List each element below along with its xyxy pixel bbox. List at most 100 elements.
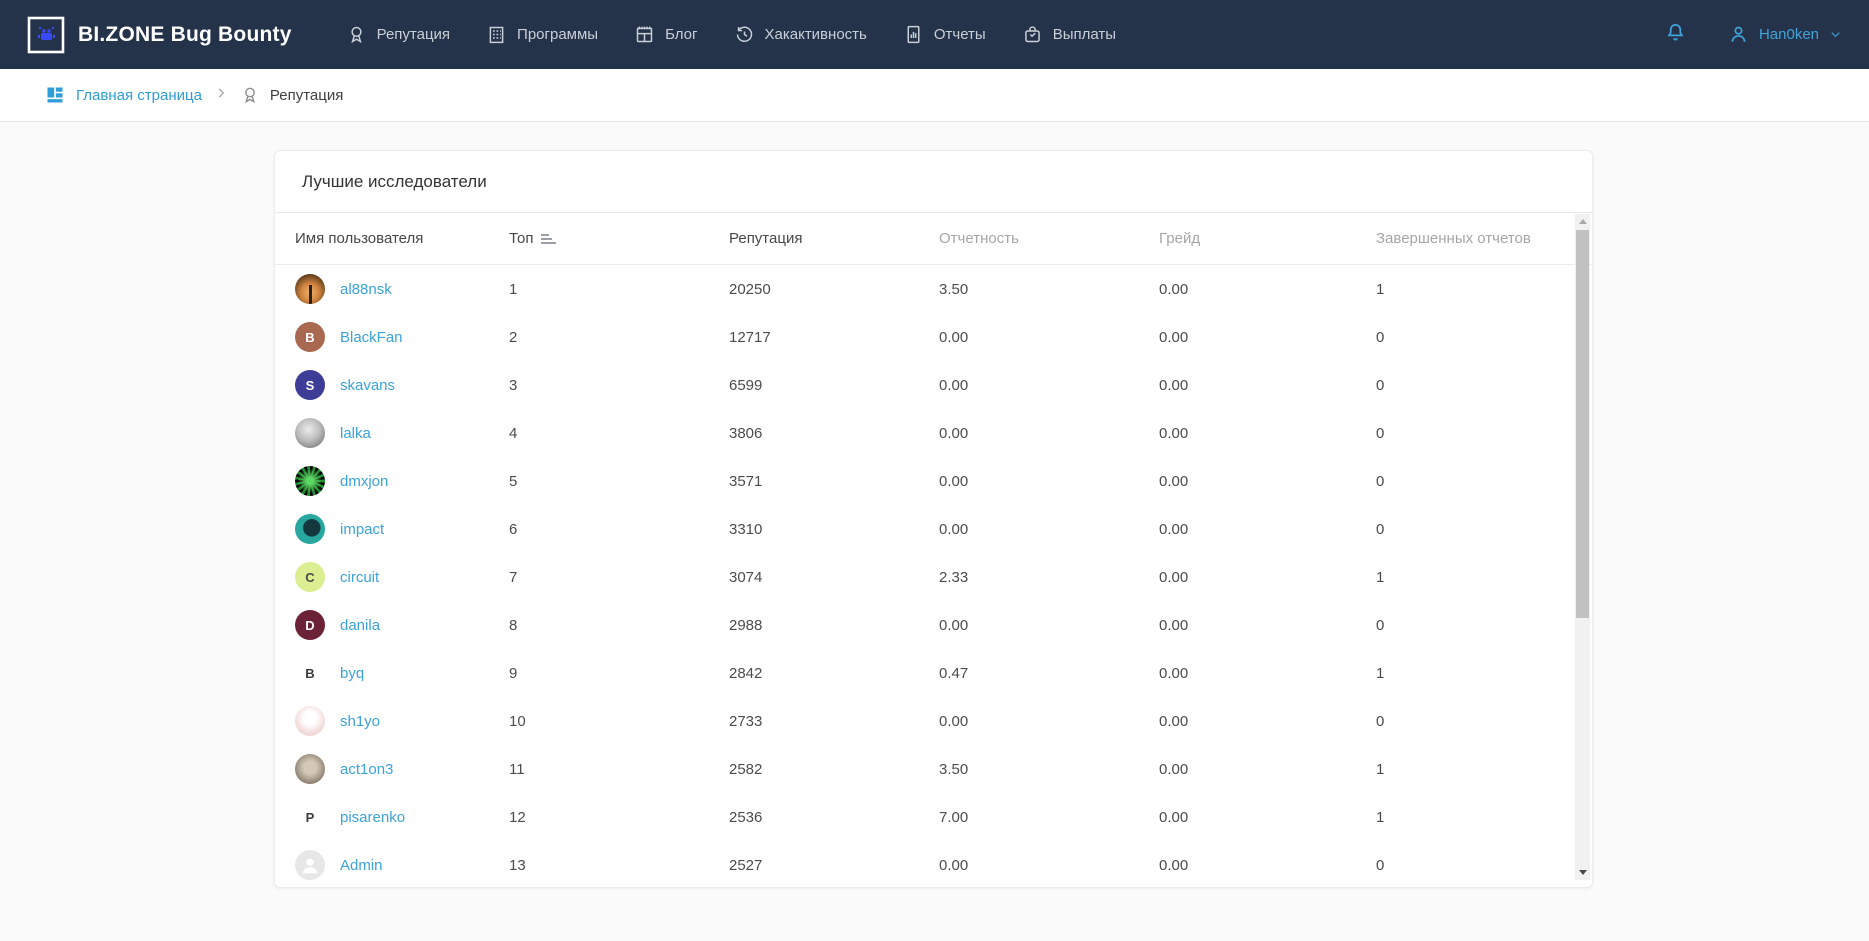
user-link[interactable]: sh1yo xyxy=(340,713,380,730)
nav-item-reputation[interactable]: Репутация xyxy=(328,0,468,69)
reports-icon xyxy=(903,24,924,45)
table-row: D danila 8 2988 0.00 0.00 0 xyxy=(275,601,1592,649)
grade-cell: 0.00 xyxy=(1159,569,1376,586)
user-link[interactable]: circuit xyxy=(340,569,379,586)
rank-cell: 8 xyxy=(509,617,729,634)
grade-cell: 0.00 xyxy=(1159,425,1376,442)
breadcrumb: Главная страница Репутация xyxy=(0,69,1869,122)
breadcrumb-home-label: Главная страница xyxy=(76,87,202,104)
rank-cell: 4 xyxy=(509,425,729,442)
user-cell: C circuit xyxy=(295,562,509,592)
user-link[interactable]: BlackFan xyxy=(340,329,403,346)
grade-cell: 0.00 xyxy=(1159,521,1376,538)
reputation-cell: 2842 xyxy=(729,665,939,682)
user-cell: al88nsk xyxy=(295,274,509,304)
default-avatar-person-icon xyxy=(299,854,321,876)
breadcrumb-current: Репутация xyxy=(240,85,343,105)
table-row: B BlackFan 2 12717 0.00 0.00 0 xyxy=(275,313,1592,361)
avatar: C xyxy=(295,562,325,592)
nav-item-programs[interactable]: Программы xyxy=(468,0,616,69)
header-completed-reports[interactable]: Завершенных отчетов xyxy=(1376,230,1574,247)
reputation-cell: 20250 xyxy=(729,281,939,298)
table-row: sh1yo 10 2733 0.00 0.00 0 xyxy=(275,697,1592,745)
user-menu[interactable]: Han0ken xyxy=(1727,23,1843,46)
user-cell: lalka xyxy=(295,418,509,448)
completed-cell: 1 xyxy=(1376,809,1574,826)
user-link[interactable]: skavans xyxy=(340,377,395,394)
grade-cell: 0.00 xyxy=(1159,857,1376,874)
reporting-cell: 7.00 xyxy=(939,809,1159,826)
user-link[interactable]: impact xyxy=(340,521,384,538)
rank-cell: 7 xyxy=(509,569,729,586)
chevron-right-icon xyxy=(214,86,228,100)
grade-cell: 0.00 xyxy=(1159,761,1376,778)
user-link[interactable]: act1on3 xyxy=(340,761,393,778)
table-row: P pisarenko 12 2536 7.00 0.00 1 xyxy=(275,793,1592,841)
header-reputation[interactable]: Репутация xyxy=(729,230,939,247)
nav-item-payouts[interactable]: Выплаты xyxy=(1004,0,1134,69)
user-cell: P pisarenko xyxy=(295,802,509,832)
scrollbar-thumb[interactable] xyxy=(1576,230,1589,618)
avatar xyxy=(295,466,325,496)
user-icon xyxy=(1727,23,1750,46)
rank-cell: 12 xyxy=(509,809,729,826)
medal-icon xyxy=(346,24,367,45)
reputation-cell: 3074 xyxy=(729,569,939,586)
table-scrollbar[interactable] xyxy=(1575,214,1590,880)
navbar-right: Han0ken xyxy=(1664,21,1843,49)
nav-item-label: Отчеты xyxy=(934,26,986,43)
reporting-cell: 0.00 xyxy=(939,857,1159,874)
table-row: act1on3 11 2582 3.50 0.00 1 xyxy=(275,745,1592,793)
user-link[interactable]: Admin xyxy=(340,857,383,874)
table-row: S skavans 3 6599 0.00 0.00 0 xyxy=(275,361,1592,409)
nav-item-reports[interactable]: Отчеты xyxy=(885,0,1004,69)
rank-cell: 9 xyxy=(509,665,729,682)
table-row: lalka 4 3806 0.00 0.00 0 xyxy=(275,409,1592,457)
reporting-cell: 0.00 xyxy=(939,329,1159,346)
completed-cell: 1 xyxy=(1376,761,1574,778)
scroll-down-arrow[interactable] xyxy=(1575,865,1590,880)
reputation-cell: 3310 xyxy=(729,521,939,538)
rank-cell: 3 xyxy=(509,377,729,394)
reputation-cell: 2536 xyxy=(729,809,939,826)
chevron-down-icon xyxy=(1828,27,1843,42)
header-top[interactable]: Топ xyxy=(509,230,729,247)
user-link[interactable]: danila xyxy=(340,617,380,634)
header-grade[interactable]: Грейд xyxy=(1159,230,1376,247)
avatar: B xyxy=(295,658,325,688)
sort-icon[interactable] xyxy=(541,234,556,244)
notifications-button[interactable] xyxy=(1664,21,1687,49)
dashboard-grid-icon xyxy=(45,85,65,105)
completed-cell: 0 xyxy=(1376,521,1574,538)
grade-cell: 0.00 xyxy=(1159,713,1376,730)
nav-item-label: Хакактивность xyxy=(765,26,867,43)
user-link[interactable]: pisarenko xyxy=(340,809,405,826)
completed-cell: 0 xyxy=(1376,617,1574,634)
reputation-cell: 12717 xyxy=(729,329,939,346)
user-cell: S skavans xyxy=(295,370,509,400)
user-cell: B BlackFan xyxy=(295,322,509,352)
rank-cell: 11 xyxy=(509,761,729,778)
user-link[interactable]: byq xyxy=(340,665,364,682)
scroll-up-arrow[interactable] xyxy=(1575,214,1590,229)
brand[interactable]: BI.ZONE Bug Bounty xyxy=(26,15,292,55)
nav-item-label: Программы xyxy=(517,26,598,43)
table-body: al88nsk 1 20250 3.50 0.00 1 B BlackFan 2… xyxy=(275,265,1592,888)
reputation-cell: 2733 xyxy=(729,713,939,730)
table-row: dmxjon 5 3571 0.00 0.00 0 xyxy=(275,457,1592,505)
page-content: Лучшие исследователи Имя пользователя То… xyxy=(0,122,1869,888)
nav-item-blog[interactable]: Блог xyxy=(616,0,715,69)
user-link[interactable]: lalka xyxy=(340,425,371,442)
user-link[interactable]: al88nsk xyxy=(340,281,392,298)
grade-cell: 0.00 xyxy=(1159,377,1376,394)
medal-icon xyxy=(240,85,260,105)
nav-item-hackactivity[interactable]: Хакактивность xyxy=(716,0,885,69)
header-username[interactable]: Имя пользователя xyxy=(295,230,509,247)
user-link[interactable]: dmxjon xyxy=(340,473,388,490)
rank-cell: 10 xyxy=(509,713,729,730)
breadcrumb-separator xyxy=(214,86,228,105)
header-reporting[interactable]: Отчетность xyxy=(939,230,1159,247)
breadcrumb-home-link[interactable]: Главная страница xyxy=(45,85,202,105)
nav-item-label: Блог xyxy=(665,26,697,43)
reputation-cell: 3571 xyxy=(729,473,939,490)
